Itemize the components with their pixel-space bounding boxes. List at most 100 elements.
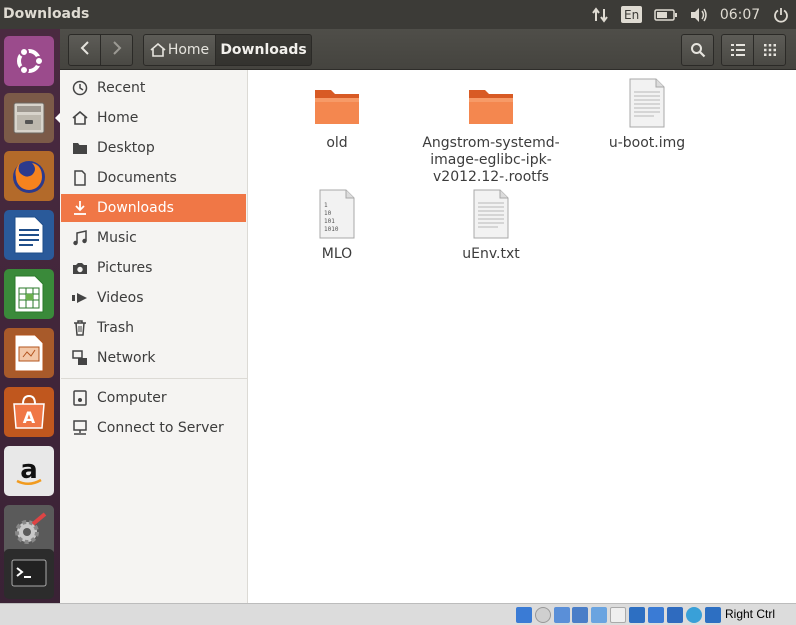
window-title: Downloads bbox=[3, 6, 90, 22]
shared-folders-icon[interactable] bbox=[610, 607, 626, 623]
launcher: A a bbox=[0, 29, 60, 605]
breadcrumb-home-label: Home bbox=[167, 42, 210, 58]
file-item-uenv-txt[interactable]: uEnv.txt bbox=[416, 189, 566, 263]
file-name: old bbox=[326, 135, 348, 151]
sidebar-item-music[interactable]: Music bbox=[61, 224, 246, 252]
download-icon bbox=[70, 200, 90, 216]
svg-text:a: a bbox=[20, 455, 38, 485]
sidebar-item-trash[interactable]: Trash bbox=[61, 314, 246, 342]
grid-view-button[interactable] bbox=[753, 34, 786, 66]
clock-icon bbox=[70, 80, 90, 96]
svg-text:10: 10 bbox=[324, 210, 332, 217]
computer-icon bbox=[70, 390, 90, 406]
network-adapter-icon[interactable] bbox=[572, 607, 588, 623]
libreoffice-impress-icon[interactable] bbox=[4, 328, 54, 378]
chevron-left-icon bbox=[80, 41, 90, 59]
sidebar-item-videos[interactable]: Videos bbox=[61, 284, 246, 312]
sidebar-item-documents[interactable]: Documents bbox=[61, 164, 246, 192]
breadcrumb-downloads[interactable]: Downloads bbox=[215, 34, 312, 66]
trash-icon bbox=[70, 320, 90, 336]
music-icon bbox=[70, 230, 90, 246]
text-file-icon bbox=[472, 189, 510, 243]
clock[interactable]: 06:07 bbox=[720, 4, 760, 25]
search-icon bbox=[690, 42, 706, 58]
binary-file-icon: 1 10 101 1010 bbox=[318, 189, 356, 243]
sidebar-divider bbox=[61, 378, 247, 379]
sidebar-item-label: Pictures bbox=[97, 260, 153, 276]
sidebar-item-label: Home bbox=[97, 110, 139, 126]
keyboard-capture-icon[interactable] bbox=[705, 607, 721, 623]
sidebar-item-label: Desktop bbox=[97, 140, 155, 156]
sidebar-item-network[interactable]: Network bbox=[61, 344, 246, 372]
software-center-icon[interactable]: A bbox=[4, 387, 54, 437]
hard-disk-icon[interactable] bbox=[516, 607, 532, 623]
top-panel: Downloads En 06:07 bbox=[0, 0, 796, 29]
mouse-integration-icon[interactable] bbox=[686, 607, 702, 623]
network-icon bbox=[70, 350, 90, 366]
ubuntu-dash-icon[interactable] bbox=[4, 36, 54, 86]
toolbar: Home Downloads bbox=[60, 29, 796, 70]
file-item-u-boot-img[interactable]: u-boot.img bbox=[572, 78, 722, 152]
vm-status-bar: Right Ctrl bbox=[0, 603, 796, 625]
sidebar-item-label: Music bbox=[97, 230, 137, 246]
network-transfer-icon[interactable] bbox=[590, 4, 610, 25]
sidebar-item-computer[interactable]: Computer bbox=[61, 384, 246, 412]
display-icon[interactable] bbox=[629, 607, 645, 623]
files-app-icon[interactable] bbox=[4, 93, 54, 143]
usb-icon[interactable] bbox=[591, 607, 607, 623]
keyboard-language-indicator[interactable]: En bbox=[621, 6, 643, 23]
sidebar-item-label: Network bbox=[97, 350, 156, 366]
virtualization-icon[interactable] bbox=[667, 607, 683, 623]
sidebar-item-label: Connect to Server bbox=[97, 420, 224, 436]
firefox-icon[interactable] bbox=[4, 151, 54, 201]
audio-icon[interactable] bbox=[554, 607, 570, 623]
server-icon bbox=[70, 420, 90, 436]
sidebar-item-downloads[interactable]: Downloads bbox=[61, 194, 246, 222]
folder-icon bbox=[467, 84, 515, 132]
sidebar-item-label: Recent bbox=[97, 80, 146, 96]
home-icon bbox=[150, 43, 166, 57]
file-name: MLO bbox=[321, 246, 353, 262]
sidebar-item-connect-to-server[interactable]: Connect to Server bbox=[61, 414, 246, 442]
file-item-old[interactable]: old bbox=[262, 84, 412, 152]
sidebar-item-label: Computer bbox=[97, 390, 167, 406]
volume-icon[interactable] bbox=[687, 4, 711, 25]
home-icon bbox=[70, 111, 90, 125]
system-settings-icon[interactable] bbox=[4, 505, 54, 555]
svg-text:1: 1 bbox=[324, 202, 328, 209]
amazon-icon[interactable]: a bbox=[4, 446, 54, 496]
camera-icon bbox=[70, 261, 90, 275]
grid-view-icon bbox=[763, 44, 776, 56]
file-item-mlo[interactable]: 1 10 101 1010 MLO bbox=[262, 189, 412, 263]
terminal-icon[interactable] bbox=[4, 549, 54, 599]
video-capture-icon[interactable] bbox=[648, 607, 664, 623]
sidebar-item-recent[interactable]: Recent bbox=[61, 74, 246, 102]
breadcrumb-home[interactable]: Home bbox=[143, 34, 216, 66]
sidebar: Recent Home Desktop Documents Downloads … bbox=[60, 70, 248, 603]
folder-icon bbox=[70, 141, 90, 155]
optical-drive-icon[interactable] bbox=[535, 607, 551, 623]
power-gear-icon[interactable] bbox=[771, 4, 791, 25]
host-key-label: Right Ctrl bbox=[725, 607, 776, 621]
search-button[interactable] bbox=[681, 34, 714, 66]
folder-icon bbox=[313, 84, 361, 132]
sidebar-item-home[interactable]: Home bbox=[61, 104, 246, 132]
video-icon bbox=[70, 292, 90, 304]
sidebar-item-pictures[interactable]: Pictures bbox=[61, 254, 246, 282]
libreoffice-writer-icon[interactable] bbox=[4, 210, 54, 260]
libreoffice-calc-icon[interactable] bbox=[4, 269, 54, 319]
battery-icon[interactable] bbox=[653, 4, 679, 25]
sidebar-item-label: Downloads bbox=[97, 200, 174, 216]
forward-button[interactable] bbox=[100, 34, 133, 66]
chevron-right-icon bbox=[112, 41, 122, 59]
back-button[interactable] bbox=[68, 34, 101, 66]
sidebar-item-label: Trash bbox=[97, 320, 134, 336]
file-item-angstrom-rootfs[interactable]: Angstrom-systemd-image-eglibc-ipk-v2012.… bbox=[416, 84, 566, 186]
sidebar-item-label: Documents bbox=[97, 170, 177, 186]
file-view[interactable]: old Angstrom-systemd-image-eglibc-ipk-v2… bbox=[254, 70, 796, 603]
sidebar-item-desktop[interactable]: Desktop bbox=[61, 134, 246, 162]
document-icon bbox=[70, 170, 90, 186]
list-view-button[interactable] bbox=[721, 34, 754, 66]
file-name: uEnv.txt bbox=[462, 246, 520, 262]
text-file-icon bbox=[628, 78, 666, 132]
